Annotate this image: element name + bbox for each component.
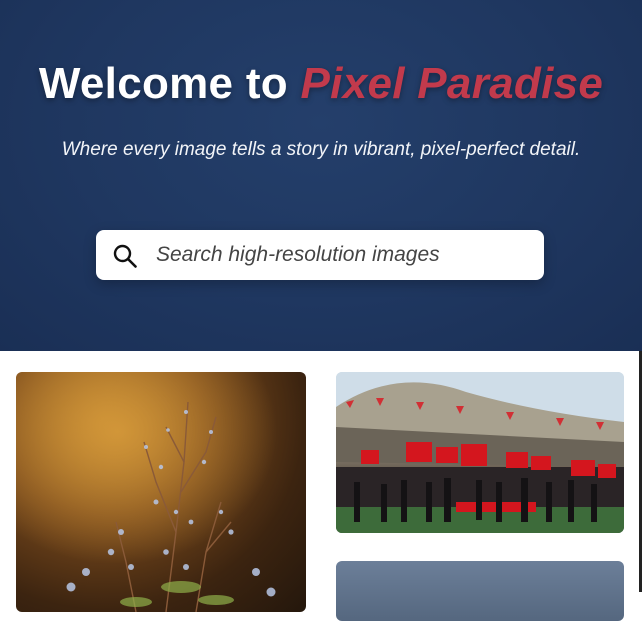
brand-name: Pixel Paradise: [300, 59, 604, 109]
title-prefix: Welcome to: [38, 59, 301, 109]
hero-section: Welcome to Pixel Paradise Where every im…: [0, 0, 642, 351]
hero-subtitle: Where every image tells a story in vibra…: [61, 139, 581, 160]
plant-photo-image[interactable]: [16, 372, 306, 612]
search-icon[interactable]: [112, 243, 138, 269]
page-title: Welcome to Pixel Paradise: [0, 59, 642, 109]
gallery-image-card[interactable]: [336, 561, 624, 621]
gallery-image-card[interactable]: [336, 372, 624, 533]
search-input[interactable]: [156, 238, 526, 272]
gallery-image-card[interactable]: [16, 372, 306, 612]
search-bar[interactable]: [96, 230, 544, 280]
stadium-flags-image[interactable]: [336, 372, 624, 533]
